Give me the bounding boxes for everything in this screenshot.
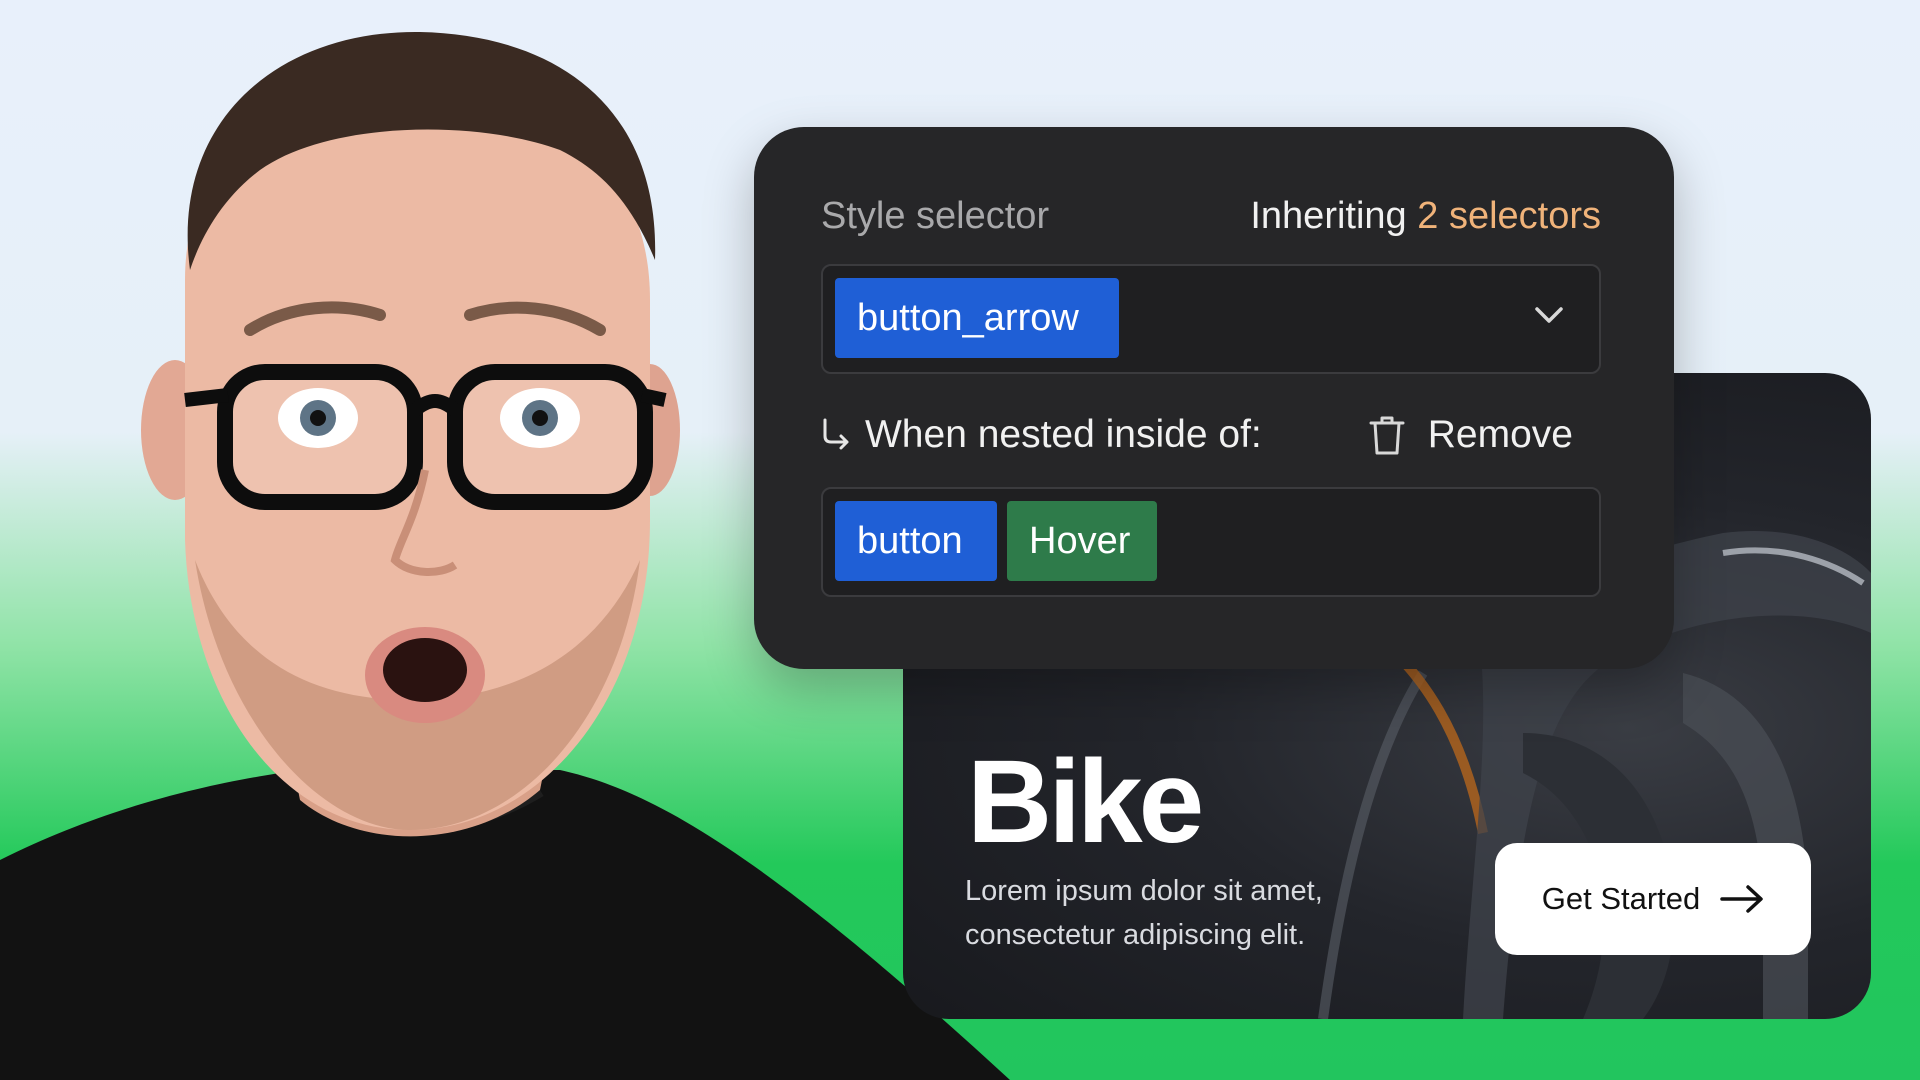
get-started-label: Get Started [1541,881,1701,916]
selector-field[interactable]: button_arrow [821,264,1601,374]
selector-chip[interactable]: button_arrow [835,278,1119,358]
nested-arrow-icon [823,418,849,450]
nested-label: When nested inside of: [865,413,1262,456]
inheriting-prefix: Inheriting [1250,195,1407,237]
parent-selector-chip[interactable]: button [835,501,997,581]
arrow-right-icon [1720,885,1764,913]
style-selector-label: Style selector [821,195,1050,237]
card-title: Bike [967,736,1204,868]
card-description: Lorem ipsum dolor sit amet, consectetur … [965,869,1405,957]
style-selector-panel: Style selector Inheriting 2 selectors bu… [754,127,1674,669]
remove-label: Remove [1427,413,1573,456]
get-started-button[interactable]: Get Started [1495,843,1811,955]
panel-header: Style selector Inheriting 2 selectors [821,195,1601,238]
nested-selector-field[interactable]: button Hover [821,487,1601,597]
remove-button[interactable]: Remove [1368,413,1573,457]
inheriting-info[interactable]: Inheriting 2 selectors [1250,195,1601,238]
chevron-down-icon[interactable] [1533,304,1565,326]
state-chip[interactable]: Hover [1007,501,1157,581]
card-description-line: consectetur adipiscing elit. [965,919,1306,951]
card-description-line: Lorem ipsum dolor sit amet, [965,875,1323,907]
inheriting-count[interactable]: 2 selectors [1417,195,1601,237]
trash-icon [1369,416,1405,455]
nested-row: When nested inside of: Remove [821,407,1597,463]
